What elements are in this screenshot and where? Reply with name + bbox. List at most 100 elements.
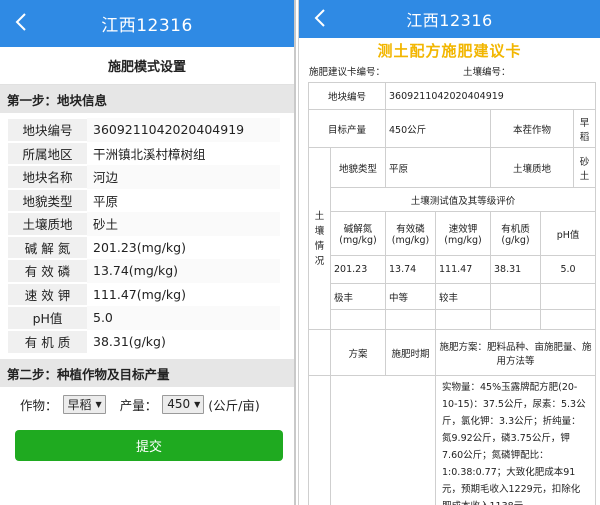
crop-amount-row: 作物： 早稻 ▼ 产量： 450 ▼ (公斤/亩) <box>0 387 294 421</box>
plot-no-label: 地块编号 <box>307 82 387 110</box>
fertilizer-settings-screen: 江西12316 施肥模式设置 第一步：地块信息 地块编号 360921104202… <box>0 0 296 505</box>
test-grade: 较丰 <box>435 283 492 310</box>
amount-select[interactable]: 450 ▼ <box>162 394 205 414</box>
plot-row-label: 有 机 质 <box>8 328 87 353</box>
empty-cell <box>385 309 437 330</box>
plot-row-value: 干洲镇北溪村樟树组 <box>87 141 280 165</box>
step2-header: 第二步：种植作物及目标产量 <box>0 359 294 387</box>
plot-no-value: 3609211042020404919 <box>385 82 597 110</box>
landform-value: 平原 <box>385 147 492 188</box>
plot-row-value: 平原 <box>87 188 280 212</box>
plot-row: 地貌类型 平原 <box>8 187 280 212</box>
plot-row-value: 砂土 <box>87 212 280 236</box>
empty-cell <box>308 329 331 376</box>
plot-row-value: 3609211042020404919 <box>87 118 280 142</box>
card-meta: 施肥建议卡编号： 土壤编号： <box>299 62 600 80</box>
card-row: 方案 施肥时期 施肥方案：肥料品种、亩施肥量、施用方法等 <box>308 329 597 376</box>
recommendation-card-table: 地块编号 3609211042020404919 目标产量 450公斤 本茬作物… <box>307 82 597 505</box>
plot-row: 地块编号 3609211042020404919 <box>8 117 280 142</box>
left-header-bar: 江西12316 <box>0 0 294 47</box>
plot-info-table: 地块编号 3609211042020404919 所属地区 干洲镇北溪村樟树组 地块… <box>8 117 280 353</box>
back-chevron-icon[interactable] <box>10 8 32 36</box>
plot-row-label: 速 效 钾 <box>8 281 87 306</box>
amount-select-value: 450 <box>167 397 191 411</box>
empty-cell <box>329 375 437 505</box>
plot-row-label: 地块名称 <box>8 164 87 189</box>
target-yield-label: 目标产量 <box>307 109 387 148</box>
card-row: 土壤测试值及其等级评价 <box>309 187 597 212</box>
test-value: 111.47 <box>435 255 492 284</box>
right-header-bar: 江西12316 <box>299 0 600 38</box>
card-row <box>309 309 597 330</box>
card-row: 实物量：45%玉露牌配方肥(20-10-15)：37.5公斤，尿素：5.3公斤，… <box>308 375 597 505</box>
test-value: 5.0 <box>540 255 597 284</box>
period-label: 施肥时期 <box>385 329 437 376</box>
test-header: 碱解氮 (mg/kg) <box>329 211 387 256</box>
card-row: 碱解氮 (mg/kg) 有效磷 (mg/kg) 速效钾 (mg/kg) 有机质 … <box>309 211 597 256</box>
test-header: pH值 <box>540 211 597 256</box>
plot-row-value: 5.0 <box>87 306 280 330</box>
crop-label: 作物： <box>20 397 58 413</box>
recommendation-text: 实物量：45%玉露牌配方肥(20-10-15)：37.5公斤，尿素：5.3公斤，… <box>435 375 597 505</box>
recommendation-card-screen: 江西12316 测土配方施肥建议卡 施肥建议卡编号： 土壤编号： 地块编号 36… <box>298 0 600 505</box>
test-grade <box>540 283 597 310</box>
test-value: 201.23 <box>329 255 387 284</box>
soil-number-label: 土壤编号： <box>463 67 511 78</box>
amount-label: 产量： <box>119 397 158 413</box>
card-number-label: 施肥建议卡编号： <box>309 67 386 78</box>
plot-row-label: 有 效 磷 <box>8 258 87 283</box>
plot-row: 碱 解 氮 201.23(mg/kg) <box>8 234 280 259</box>
plot-row: 速 效 钾 111.47(mg/kg) <box>8 281 280 306</box>
plot-row-label: 所属地区 <box>8 140 87 165</box>
plot-row-value: 111.47(mg/kg) <box>87 282 280 306</box>
card-row: 土壤情况 地貌类型 平原 土壤质地 砂土 <box>308 147 597 330</box>
plot-row-label: 碱 解 氮 <box>8 234 87 259</box>
card-row: 地块编号 3609211042020404919 <box>307 82 597 110</box>
crop-select[interactable]: 早稻 ▼ <box>62 394 106 414</box>
app-title: 江西12316 <box>101 16 193 36</box>
plot-row: 有 效 磷 13.74(mg/kg) <box>8 258 280 283</box>
card-row: 201.23 13.74 111.47 38.31 5.0 <box>309 255 597 284</box>
empty-cell <box>490 309 542 330</box>
card-row: 极丰 中等 较丰 <box>309 283 597 310</box>
test-grade: 中等 <box>385 283 437 310</box>
test-grade <box>490 283 542 310</box>
plot-row: 所属地区 干洲镇北溪村樟树组 <box>8 140 280 165</box>
texture-value: 砂土 <box>573 147 597 188</box>
submit-button[interactable]: 提交 <box>15 430 283 461</box>
empty-cell <box>329 309 387 330</box>
page-title: 施肥模式设置 <box>0 47 294 85</box>
plot-row-value: 38.31(g/kg) <box>87 329 280 353</box>
plot-row-label: 地块编号 <box>8 117 87 142</box>
dropdown-caret-icon: ▼ <box>95 399 102 409</box>
step1-header: 第一步：地块信息 <box>0 85 294 113</box>
plot-row-label: 土壤质地 <box>8 211 87 236</box>
test-header: 有机质 (g/kg) <box>490 211 542 256</box>
test-header: 有效磷 (mg/kg) <box>385 211 437 256</box>
crop-select-value: 早稻 <box>67 397 92 412</box>
plot-row: 地块名称 河边 <box>8 164 280 189</box>
plot-row: 土壤质地 砂土 <box>8 211 280 236</box>
test-value: 13.74 <box>385 255 437 284</box>
landform-label: 地貌类型 <box>329 147 387 188</box>
app-title: 江西12316 <box>406 11 493 30</box>
dropdown-caret-icon: ▼ <box>194 399 201 409</box>
plot-row-value: 13.74(mg/kg) <box>87 259 280 283</box>
test-header: 速效钾 (mg/kg) <box>435 211 492 256</box>
target-yield-value: 450公斤 <box>385 109 492 148</box>
test-value: 38.31 <box>490 255 542 284</box>
plot-row-value: 201.23(mg/kg) <box>87 235 280 259</box>
plan-label: 方案 <box>329 329 387 376</box>
empty-cell <box>308 375 331 505</box>
plot-row-value: 河边 <box>87 165 280 189</box>
plot-row-label: pH值 <box>8 305 87 330</box>
test-grade: 极丰 <box>329 283 387 310</box>
soil-test-title: 土壤测试值及其等级评价 <box>329 187 597 212</box>
current-crop-value: 早稻 <box>573 109 597 148</box>
card-row: 目标产量 450公斤 本茬作物 早稻 <box>307 109 597 148</box>
plot-row: pH值 5.0 <box>8 305 280 330</box>
empty-cell <box>435 309 492 330</box>
texture-label: 土壤质地 <box>490 147 575 188</box>
amount-unit: (公斤/亩) <box>208 397 260 413</box>
back-chevron-icon[interactable] <box>309 4 331 32</box>
